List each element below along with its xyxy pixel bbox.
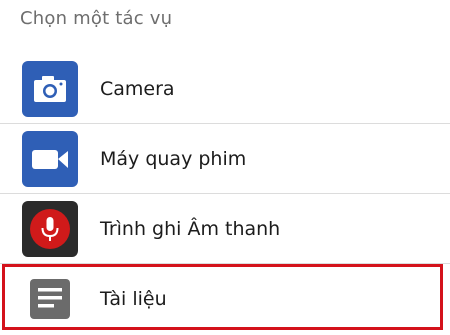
dialog-title: Chọn một tác vụ bbox=[20, 8, 173, 29]
microphone-icon bbox=[22, 201, 78, 257]
divider bbox=[0, 193, 450, 194]
option-label: Máy quay phim bbox=[100, 148, 247, 170]
camera-icon bbox=[22, 61, 78, 117]
option-video-camera[interactable]: Máy quay phim bbox=[0, 125, 450, 193]
option-label: Camera bbox=[100, 78, 175, 100]
option-label: Trình ghi Âm thanh bbox=[100, 218, 281, 240]
option-sound-recorder[interactable]: Trình ghi Âm thanh bbox=[0, 195, 450, 263]
highlight-frame bbox=[2, 264, 443, 330]
option-camera[interactable]: Camera bbox=[0, 55, 450, 123]
divider bbox=[0, 123, 450, 124]
video-camera-icon bbox=[22, 131, 78, 187]
